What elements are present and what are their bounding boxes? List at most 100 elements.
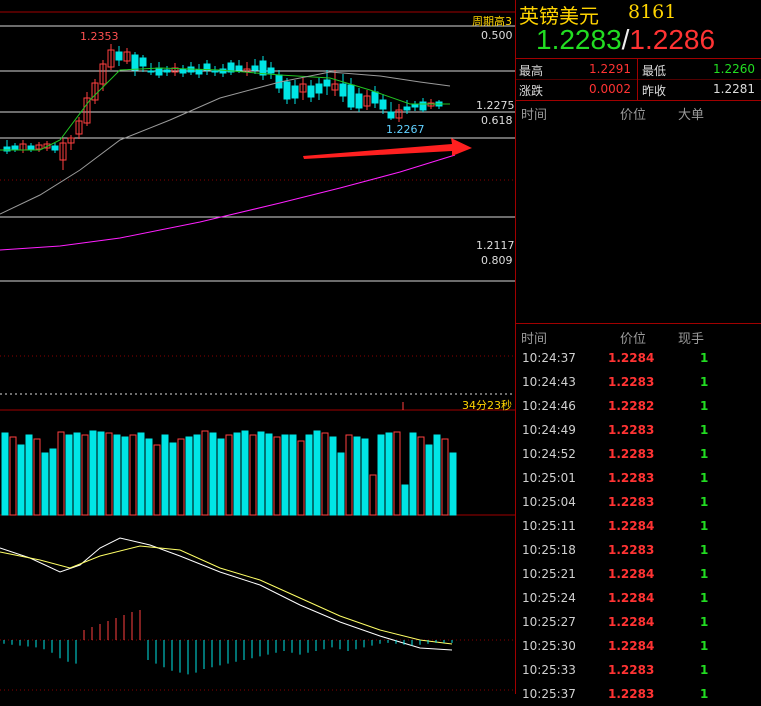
candle	[347, 84, 355, 108]
ticks-col-time: 时间	[521, 332, 548, 347]
tick-row[interactable]: 10:25:30 1.2284 1	[516, 634, 761, 658]
tick-row[interactable]: 10:25:21 1.2284 1	[516, 562, 761, 586]
countdown-label: 34分23秒	[462, 399, 512, 412]
change-label: 涨跌	[519, 84, 544, 98]
tick-price: 1.2283	[608, 495, 655, 509]
fib-500-label: 0.500	[481, 29, 513, 42]
candle	[211, 70, 219, 73]
tick-row[interactable]: 10:25:18 1.2283 1	[516, 538, 761, 562]
candlestick-chart[interactable]: 周期高3 0.500 1.2353 1.2275 0.618 1.2267 1.…	[0, 0, 515, 694]
macd-line	[0, 537, 453, 651]
volume-bar	[193, 434, 201, 516]
candle	[235, 65, 243, 71]
candle	[115, 51, 123, 61]
price-low-label: 1.2267	[386, 123, 425, 136]
divider	[516, 79, 761, 80]
volume-bar	[417, 436, 425, 516]
volume-bar	[241, 430, 249, 516]
tick-volume: 1	[700, 471, 709, 485]
quote-panel: 英镑美元 8161 1.2283/1.2286 最高 1.2291 最低 1.2…	[515, 0, 761, 701]
volume-bar	[17, 444, 25, 516]
tick-row[interactable]: 10:25:37 1.2283 1	[516, 682, 761, 706]
big-orders-col-time: 时间	[521, 108, 548, 123]
candle	[387, 111, 395, 119]
divider	[516, 58, 761, 59]
volume-bar	[393, 431, 401, 516]
tick-volume: 1	[700, 663, 709, 677]
volume-bar	[401, 484, 409, 516]
volume-bar	[361, 438, 369, 516]
tick-price: 1.2284	[608, 351, 655, 365]
volume-bar	[137, 432, 145, 516]
ticks-col-price: 价位	[620, 332, 647, 347]
chart-canvas[interactable]	[0, 0, 515, 694]
tick-volume: 1	[700, 447, 709, 461]
volume-bar	[169, 442, 177, 516]
big-orders-col-size: 大单	[678, 108, 705, 123]
tick-volume: 1	[700, 351, 709, 365]
volume-bar	[385, 432, 393, 516]
volume-bar	[145, 438, 153, 516]
volume-bar	[313, 430, 321, 516]
volume-bar	[73, 432, 81, 516]
volume-bar	[113, 434, 121, 516]
volume-bar	[9, 436, 17, 516]
tick-volume: 1	[700, 495, 709, 509]
volume-bar	[281, 434, 289, 516]
volume-bar	[441, 438, 449, 516]
volume-bar	[129, 434, 137, 516]
volume-bar	[305, 434, 313, 516]
tick-row[interactable]: 10:25:11 1.2284 1	[516, 514, 761, 538]
tick-row[interactable]: 10:24:52 1.2283 1	[516, 442, 761, 466]
candle	[163, 69, 171, 73]
tick-volume: 1	[700, 423, 709, 437]
volume-bar	[89, 430, 97, 516]
candle	[147, 70, 155, 73]
tick-row[interactable]: 10:25:04 1.2283 1	[516, 490, 761, 514]
tick-time: 10:25:24	[522, 591, 576, 605]
tick-time: 10:25:21	[522, 567, 576, 581]
low-value: 1.2260	[713, 62, 755, 76]
tick-price: 1.2283	[608, 471, 655, 485]
tick-volume: 1	[700, 639, 709, 653]
candle	[291, 85, 299, 99]
volume-bar	[57, 431, 65, 516]
tick-row[interactable]: 10:25:27 1.2284 1	[516, 610, 761, 634]
candle	[27, 145, 35, 151]
tick-price: 1.2284	[608, 567, 655, 581]
candle	[371, 91, 379, 104]
volume-bar	[209, 432, 217, 516]
tick-time: 10:24:46	[522, 399, 576, 413]
tick-time: 10:25:30	[522, 639, 576, 653]
price-1-2117-label: 1.2117	[476, 239, 515, 252]
tick-row[interactable]: 10:24:49 1.2283 1	[516, 418, 761, 442]
tick-volume: 1	[700, 543, 709, 557]
volume-bar	[337, 452, 345, 516]
volume-bar	[225, 434, 233, 516]
volume-bar	[345, 434, 353, 516]
volume-bar	[321, 432, 329, 516]
volume-bar	[265, 433, 273, 516]
candle	[179, 68, 187, 74]
tick-price: 1.2284	[608, 615, 655, 629]
volume-bar	[65, 434, 73, 516]
tick-row[interactable]: 10:24:43 1.2283 1	[516, 370, 761, 394]
volume-bar	[97, 431, 105, 516]
tick-time: 10:25:33	[522, 663, 576, 677]
tick-volume: 1	[700, 615, 709, 629]
candle	[51, 145, 59, 151]
volume-bar	[433, 434, 441, 516]
candle	[155, 67, 163, 76]
tick-row[interactable]: 10:25:01 1.2283 1	[516, 466, 761, 490]
fib-809-label: 0.809	[481, 254, 513, 267]
candle	[139, 57, 147, 67]
tick-row[interactable]: 10:25:24 1.2284 1	[516, 586, 761, 610]
tick-row[interactable]: 10:24:46 1.2282 1	[516, 394, 761, 418]
candle	[267, 67, 275, 74]
tick-row[interactable]: 10:24:37 1.2284 1	[516, 346, 761, 370]
signal-line	[0, 545, 453, 645]
tick-row[interactable]: 10:25:33 1.2283 1	[516, 658, 761, 682]
volume-bar	[369, 474, 377, 516]
volume-bar	[81, 434, 89, 516]
volume-bar	[249, 434, 257, 516]
